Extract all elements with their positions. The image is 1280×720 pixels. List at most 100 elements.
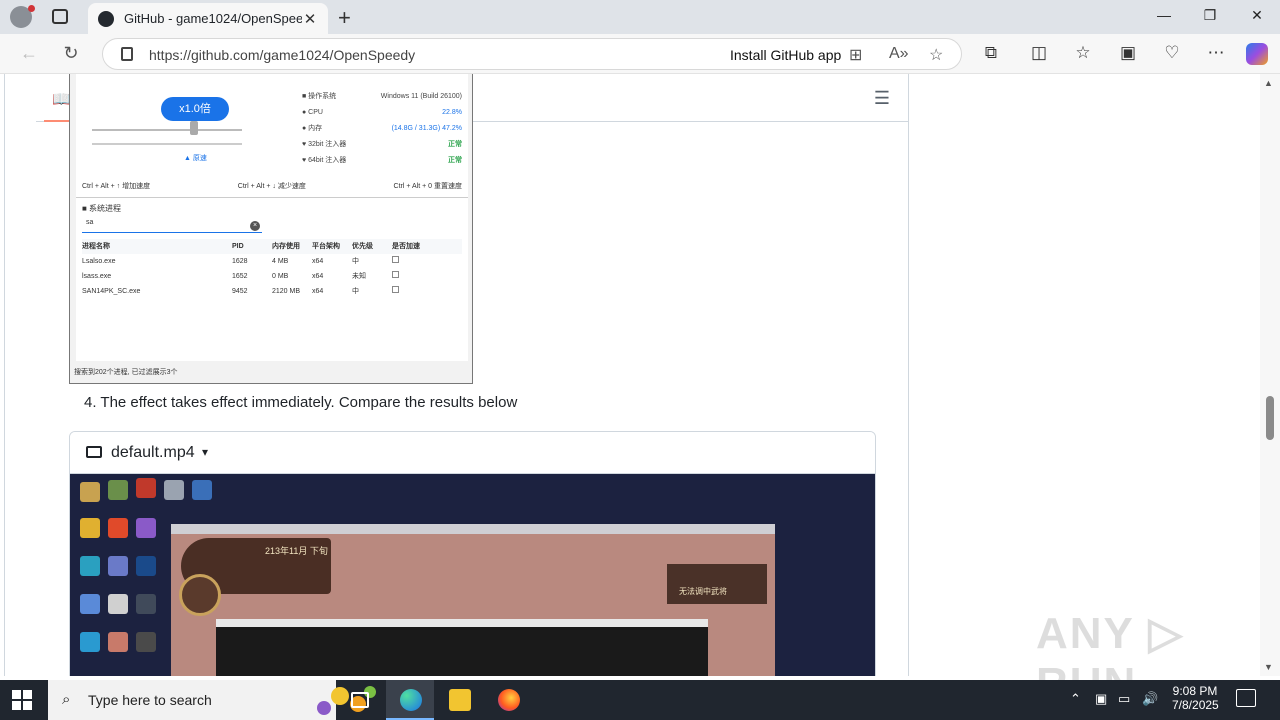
openspeedy-screenshot-image: x1.0倍 ▲ 原速 ■ 操作系统 Windows 11 (Build 26100… [69, 74, 473, 384]
inner-app-window [216, 619, 708, 676]
game-date-text: 213年11月 下旬 [265, 546, 328, 556]
accelerate-checkbox [392, 271, 399, 278]
video-desktop-icons [74, 476, 212, 676]
game-round-button [179, 574, 221, 616]
tab-close-icon[interactable]: ✕ [302, 10, 318, 28]
volume-icon[interactable]: 🔊 [1142, 691, 1158, 707]
scroll-up-icon[interactable]: ▲ [1264, 78, 1273, 88]
accelerate-checkbox [392, 256, 399, 263]
search-placeholder[interactable]: Type here to search [88, 692, 212, 708]
hotkey-hints: Ctrl + Alt + ↑ 增加速度 Ctrl + Alt + ↓ 减少速度 … [82, 181, 462, 191]
game-titlebar [171, 524, 775, 534]
search-icon: ⌕ [62, 691, 71, 708]
clear-search-icon: × [250, 221, 260, 231]
info-row: ♥ 32bit 注入器 正常 [302, 141, 462, 148]
tray-device-icon[interactable]: ▣ [1095, 691, 1107, 707]
browser-titlebar: GitHub - game1024/OpenSpeedy ✕ + — ❐ ✕ [0, 0, 1280, 34]
step-4-text: 4. The effect takes effect immediately. … [84, 394, 518, 411]
screenshot-status-text: 搜索到202个进程, 已过滤展示3个 [74, 369, 178, 376]
read-aloud-icon[interactable]: A» [889, 45, 909, 63]
profile-status-dot [28, 5, 35, 12]
new-tab-button[interactable]: + [338, 5, 351, 31]
hotkey-reset: Ctrl + Alt + 0 重置速度 [393, 183, 462, 190]
page-scrollbar[interactable]: ▲ ▼ [1260, 74, 1280, 676]
info-row: ● CPU 22.8% [302, 109, 462, 116]
clock-date: 7/8/2025 [1172, 698, 1219, 712]
speed-multiplier-badge: x1.0倍 [161, 97, 229, 121]
split-screen-icon[interactable]: ◫ [1027, 43, 1051, 63]
url-text[interactable]: https://github.com/game1024/OpenSpeedy [149, 47, 415, 63]
tab-actions-icon[interactable] [52, 9, 68, 24]
hotkey-increase: Ctrl + Alt + ↑ 增加速度 [82, 183, 151, 190]
refresh-icon[interactable]: ↻ [56, 43, 86, 64]
more-ellipsis-icon[interactable]: ⋯ [1204, 43, 1228, 63]
divider [76, 197, 468, 198]
info-row: ● 内存 (14.8G / 31.3G) 47.2% [302, 125, 462, 132]
app-available-icon[interactable]: ⊞ [849, 45, 862, 65]
clock-time: 9:08 PM [1172, 684, 1218, 698]
outline-list-icon[interactable]: ☰ [874, 88, 890, 109]
game-side-panel: 无法调中武将 [667, 564, 767, 604]
video-header[interactable]: default.mp4 ▾ [70, 432, 875, 474]
taskbar-firefox[interactable] [484, 680, 532, 720]
video-filename[interactable]: default.mp4 [111, 444, 195, 462]
speed-slider-track [92, 129, 242, 131]
back-arrow-icon[interactable]: ← [14, 43, 44, 64]
taskbar-clock[interactable]: 9:08 PM 7/8/2025 [1172, 684, 1219, 712]
address-bar[interactable]: https://github.com/game1024/OpenSpeedy I… [102, 38, 962, 70]
table-row: Lsalso.exe 1628 4 MB x64 中 [82, 254, 462, 269]
copilot-icon[interactable] [1246, 43, 1268, 65]
active-tab-underline [44, 120, 70, 122]
close-window-button[interactable]: ✕ [1234, 7, 1280, 24]
restore-button[interactable]: ❐ [1187, 7, 1233, 24]
system-info-list: ■ 操作系统 Windows 11 (Build 26100) ● CPU 22.8… [302, 89, 462, 169]
page-viewport: 📖 ☰ x1.0倍 ▲ 原速 ■ 操作系统 Windows 11 (Build 2… [0, 74, 1280, 676]
speed-slider-scale [92, 143, 242, 145]
site-info-lock-icon[interactable] [121, 47, 133, 61]
video-player[interactable]: 213年11月 下旬 无法调中武将 [70, 474, 875, 676]
windows-taskbar: ⌕ Type here to search ⌃ ▣ ▭ 🔊 9:08 PM 7/… [0, 680, 1280, 720]
show-hidden-icons-chevron-icon[interactable]: ⌃ [1070, 691, 1081, 707]
tab-title: GitHub - game1024/OpenSpeedy [124, 11, 302, 26]
video-camera-icon [86, 446, 102, 458]
browser-essentials-icon[interactable]: ♡ [1160, 43, 1184, 63]
screenshot-panel: x1.0倍 ▲ 原速 ■ 操作系统 Windows 11 (Build 26100… [76, 74, 468, 361]
firefox-icon [498, 689, 520, 711]
favorite-star-icon[interactable]: ☆ [929, 45, 943, 65]
table-row: lsass.exe 1652 0 MB x64 未知 [82, 269, 462, 284]
network-icon[interactable]: ▭ [1118, 691, 1130, 707]
speed-hint: ▲ 原速 [184, 155, 207, 162]
taskbar-search-box[interactable]: ⌕ Type here to search [48, 680, 376, 720]
minimize-button[interactable]: — [1141, 7, 1187, 23]
start-windows-icon[interactable] [12, 690, 32, 710]
github-favicon-icon [98, 10, 114, 27]
task-view-button[interactable] [336, 680, 384, 720]
install-github-app-button[interactable]: Install GitHub app [730, 47, 841, 63]
table-row: SAN14PK_SC.exe 9452 2120 MB x64 中 [82, 284, 462, 299]
edge-icon [400, 689, 422, 711]
info-row: ♥ 64bit 注入器 正常 [302, 157, 462, 164]
video-attachment: default.mp4 ▾ 213年11月 下旬 无法调中武将 [69, 431, 876, 676]
speed-slider-knob [190, 121, 198, 135]
extensions-puzzle-icon[interactable]: ⧉ [979, 43, 1003, 63]
folder-icon [449, 689, 471, 711]
hotkey-decrease: Ctrl + Alt + ↓ 减少速度 [237, 183, 306, 190]
video-game-window: 213年11月 下旬 无法调中武将 [171, 524, 775, 676]
scrollbar-thumb[interactable] [1266, 396, 1274, 440]
collections-icon[interactable]: ▣ [1116, 43, 1140, 63]
process-table: 进程名称 PID 内存使用 平台架构 优先级 是否加速 Lsalso.exe 1628 4 M… [82, 239, 462, 299]
notification-center-icon[interactable] [1236, 689, 1256, 707]
process-section-title: ■ 系统进程 [82, 204, 122, 213]
left-border [4, 74, 5, 676]
taskbar-edge-app[interactable] [386, 680, 434, 720]
process-search-field: sa [82, 219, 262, 233]
browser-toolbar: ← ↻ https://github.com/game1024/OpenSpee… [0, 34, 1280, 74]
table-header: 进程名称 PID 内存使用 平台架构 优先级 是否加速 [82, 239, 462, 254]
book-icon[interactable]: 📖 [52, 90, 71, 108]
chevron-down-icon[interactable]: ▾ [202, 445, 208, 459]
favorites-icon[interactable]: ☆ [1071, 43, 1095, 63]
tab-github-openspeedy[interactable]: GitHub - game1024/OpenSpeedy ✕ [88, 3, 328, 34]
accelerate-checkbox [392, 286, 399, 293]
taskbar-file-explorer[interactable] [435, 680, 483, 720]
info-row: ■ 操作系统 Windows 11 (Build 26100) [302, 93, 462, 100]
